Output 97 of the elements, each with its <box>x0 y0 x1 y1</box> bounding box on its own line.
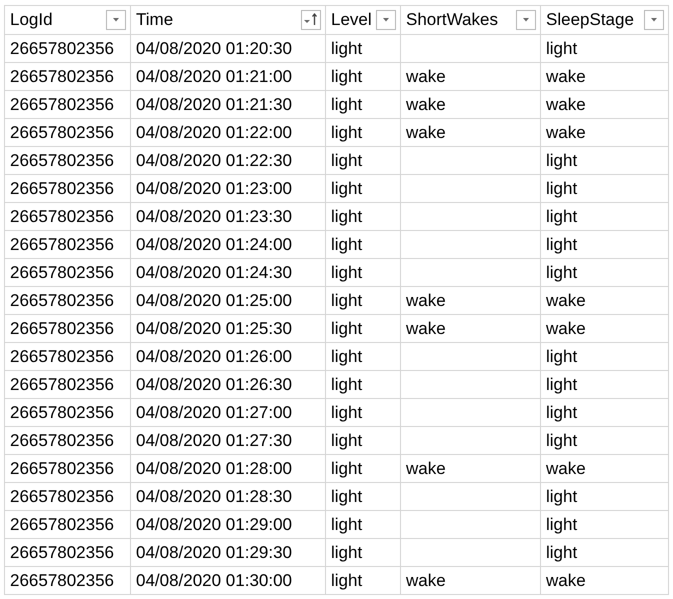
table-cell: 26657802356 <box>10 318 114 338</box>
table-cell: 04/08/2020 01:29:30 <box>136 542 292 562</box>
table-cell: 04/08/2020 01:30:00 <box>136 570 292 590</box>
table-cell: light <box>546 430 578 450</box>
table-cell: light <box>331 290 362 310</box>
column-header: Level <box>331 10 372 30</box>
table-cell: light <box>331 206 362 226</box>
table-cell: light <box>331 486 362 506</box>
table-cell: light <box>331 262 362 282</box>
table-cell: 26657802356 <box>10 458 114 478</box>
table-cell: 04/08/2020 01:22:30 <box>136 150 292 170</box>
sort-filter-button[interactable] <box>301 10 321 30</box>
table-cell: light <box>546 206 578 226</box>
table-cell: 26657802356 <box>10 38 114 58</box>
table-cell: light <box>331 122 362 142</box>
table-cell: light <box>546 262 578 282</box>
table-cell: light <box>546 346 578 366</box>
table-cell: light <box>331 402 362 422</box>
table-cell: 26657802356 <box>10 290 114 310</box>
filter-button[interactable] <box>516 10 536 30</box>
table-cell: 26657802356 <box>10 542 114 562</box>
table-cell: 26657802356 <box>10 150 114 170</box>
table-cell: 04/08/2020 01:21:00 <box>136 66 292 86</box>
table-cell: light <box>331 150 362 170</box>
table-cell: 04/08/2020 01:25:30 <box>136 318 292 338</box>
table-cell: 26657802356 <box>10 570 114 590</box>
filter-button[interactable] <box>106 10 126 30</box>
table-cell: 04/08/2020 01:21:30 <box>136 94 292 114</box>
table-cell: wake <box>546 290 586 310</box>
table-cell: wake <box>546 122 586 142</box>
table-cell: 26657802356 <box>10 122 114 142</box>
table-cell: light <box>546 234 578 254</box>
table-cell: light <box>331 430 362 450</box>
table-cell: 26657802356 <box>10 374 114 394</box>
table-cell: 26657802356 <box>10 430 114 450</box>
table-cell: wake <box>406 318 446 338</box>
table-cell: light <box>331 66 362 86</box>
filter-button[interactable] <box>376 10 396 30</box>
table-cell: 26657802356 <box>10 94 114 114</box>
table-cell: wake <box>546 94 586 114</box>
table-cell: wake <box>406 94 446 114</box>
table-cell: 26657802356 <box>10 514 114 534</box>
table-cell: light <box>546 374 578 394</box>
table-cell: light <box>546 542 578 562</box>
table-cell: 26657802356 <box>10 262 114 282</box>
table-cell: 26657802356 <box>10 234 114 254</box>
table-cell: light <box>331 514 362 534</box>
column-header: LogId <box>10 10 53 30</box>
table-cell: light <box>331 570 362 590</box>
table-cell: 04/08/2020 01:27:00 <box>136 402 292 422</box>
table-cell: 04/08/2020 01:23:00 <box>136 178 292 198</box>
table-cell: wake <box>406 122 446 142</box>
table-cell: light <box>331 178 362 198</box>
column-header: SleepStage <box>546 10 634 30</box>
table-cell: 04/08/2020 01:23:30 <box>136 206 292 226</box>
table-cell: 04/08/2020 01:24:30 <box>136 262 292 282</box>
table-cell: light <box>331 542 362 562</box>
table-cell: wake <box>546 570 586 590</box>
table-cell: wake <box>546 458 586 478</box>
table-cell: wake <box>406 458 446 478</box>
table-cell: 04/08/2020 01:24:00 <box>136 234 292 254</box>
table-cell: light <box>546 402 578 422</box>
table-cell: 26657802356 <box>10 178 114 198</box>
column-header: ShortWakes <box>406 10 498 30</box>
table-cell: light <box>331 346 362 366</box>
table-cell: light <box>331 94 362 114</box>
table-cell: light <box>331 458 362 478</box>
table-cell: 04/08/2020 01:28:30 <box>136 486 292 506</box>
table-cell: 04/08/2020 01:26:30 <box>136 374 292 394</box>
table-cell: 04/08/2020 01:25:00 <box>136 290 292 310</box>
table-cell: light <box>331 318 362 338</box>
table-cell: 26657802356 <box>10 402 114 422</box>
table-cell: light <box>546 178 578 198</box>
table-cell: 04/08/2020 01:28:00 <box>136 458 292 478</box>
table-cell: 26657802356 <box>10 346 114 366</box>
table-cell: wake <box>406 570 446 590</box>
table-cell: light <box>331 374 362 394</box>
table-cell: wake <box>406 66 446 86</box>
table-cell: light <box>546 38 578 58</box>
column-header: Time <box>136 10 174 30</box>
table-cell: light <box>546 486 578 506</box>
table-cell: 04/08/2020 01:29:00 <box>136 514 292 534</box>
table-cell: light <box>546 514 578 534</box>
table-cell: 04/08/2020 01:20:30 <box>136 38 292 58</box>
table-cell: 04/08/2020 01:26:00 <box>136 346 292 366</box>
table-cell: 26657802356 <box>10 486 114 506</box>
table-cell: light <box>546 150 578 170</box>
table-cell: 04/08/2020 01:27:30 <box>136 430 292 450</box>
table-cell: wake <box>546 318 586 338</box>
filter-button[interactable] <box>644 10 664 30</box>
table-cell: light <box>331 234 362 254</box>
table-cell: 26657802356 <box>10 206 114 226</box>
table-cell: light <box>331 38 362 58</box>
table-cell: wake <box>406 290 446 310</box>
table-cell: 26657802356 <box>10 66 114 86</box>
table-cell: wake <box>546 66 586 86</box>
table-cell: 04/08/2020 01:22:00 <box>136 122 292 142</box>
